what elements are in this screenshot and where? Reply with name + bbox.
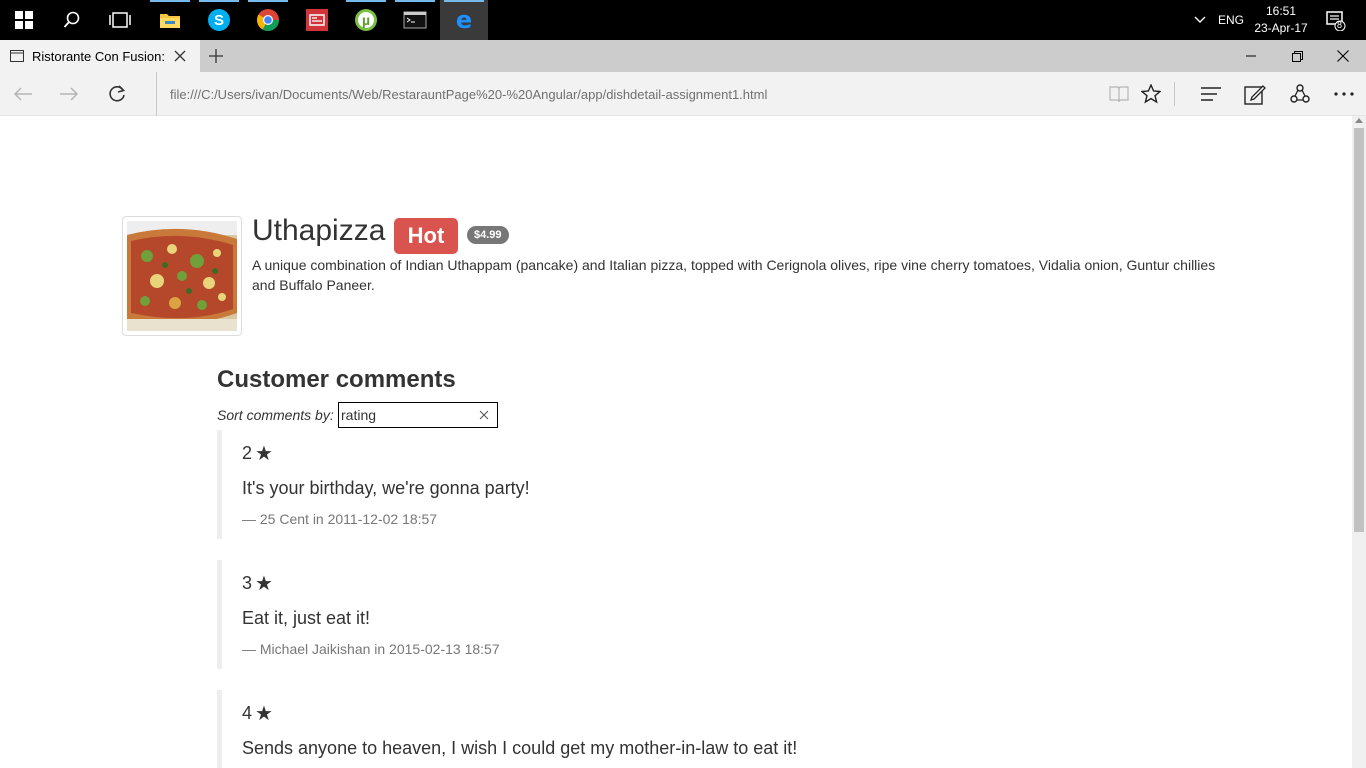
url-field[interactable]: file:///C:/Users/ivan/Documents/Web/Rest… [156,72,767,116]
plus-icon [209,49,223,63]
comment-block: 3 ★ Eat it, just eat it! — Michael Jaikis… [217,560,1317,669]
more-icon [1334,92,1354,96]
rating-value: 2 [242,442,253,463]
pizza-image [127,221,237,331]
browser-address-bar: file:///C:/Users/ivan/Documents/Web/Rest… [0,72,1366,116]
toolbar-divider [1174,82,1175,106]
comment-byline: — Michael Jaikishan in 2015-02-13 18:57 [242,641,500,657]
utorrent-icon: µ [355,9,377,31]
restore-button[interactable] [1274,40,1320,72]
star-icon: ★ [255,442,273,465]
comment-rating: 4 ★ [242,700,1317,726]
sort-label: Sort comments by: [217,407,334,423]
browser-tab[interactable]: Ristorante Con Fusion: I [0,40,200,72]
search-button[interactable] [48,0,96,40]
comment-text: Eat it, just eat it! [242,608,371,628]
web-note-button[interactable] [1232,72,1278,116]
share-button[interactable] [1277,72,1323,116]
arrow-right-icon [60,87,79,101]
comment-byline: — 25 Cent in 2011-12-02 18:57 [242,511,438,527]
close-icon [1337,50,1349,62]
folder-icon [160,14,180,28]
forward-button[interactable] [46,72,92,116]
more-button[interactable] [1321,72,1366,116]
edge-icon: e [456,8,472,32]
sort-input[interactable] [339,404,473,426]
back-button[interactable] [0,72,46,116]
start-button[interactable] [0,0,48,40]
news-button[interactable] [293,0,341,40]
sort-input-box [338,402,498,428]
star-icon: ★ [255,702,273,725]
chrome-icon [257,9,279,31]
svg-text:S: S [214,12,224,29]
clock-time: 16:51 [1265,4,1297,18]
action-center-button[interactable]: 8 [1320,0,1350,40]
comment-block: 2 ★ It's your birthday, we're gonna party… [217,430,1317,539]
close-window-button[interactable] [1320,40,1366,72]
hub-icon [1201,87,1221,101]
page-icon [10,50,24,62]
scroll-up-arrow-icon[interactable] [1355,118,1363,123]
clear-input-icon[interactable] [477,408,491,422]
comment-text: It's your birthday, we're gonna party! [242,478,530,498]
comment-rating: 2 ★ [242,440,1317,466]
comment-rating: 3 ★ [242,570,1317,596]
hub-button[interactable] [1188,72,1234,116]
web-note-icon [1244,85,1266,105]
dish-thumbnail [122,216,242,336]
dish-description: A unique combination of Indian Uthappam … [252,257,1216,293]
arrow-left-icon [13,87,32,101]
terminal-button[interactable] [391,0,439,40]
svg-text:µ: µ [362,12,370,28]
refresh-button[interactable] [94,72,140,116]
comment-text: Sends anyone to heaven, I wish I could g… [242,738,798,758]
skype-button[interactable]: S [195,0,243,40]
hot-label-badge: Hot [394,218,458,254]
dish-name: Uthapizza [252,214,386,247]
tab-title: Ristorante Con Fusion: I [32,48,168,64]
rating-value: 3 [242,572,253,593]
task-view-button[interactable] [96,0,144,40]
new-tab-button[interactable] [200,40,232,72]
news-icon [306,9,328,31]
minimize-button[interactable] [1228,40,1274,72]
notification-count: 8 [1337,20,1343,30]
terminal-icon [403,11,427,29]
notification-icon [1326,11,1346,31]
chevron-up-icon [1194,16,1206,23]
file-explorer-button[interactable] [146,0,194,40]
skype-icon: S [208,9,230,31]
svg-text:e: e [456,8,472,32]
browser-tab-bar: Ristorante Con Fusion: I [0,40,1366,72]
minimize-icon [1246,55,1256,57]
book-icon [1109,86,1129,103]
language-indicator[interactable]: ENG [1218,0,1244,40]
page-scrollbar[interactable] [1352,116,1366,768]
star-icon: ★ [255,572,273,595]
close-tab-icon[interactable] [174,50,186,62]
clock-date: 23-Apr-17 [1254,21,1308,35]
show-hidden-icons-button[interactable] [1190,0,1210,40]
utorrent-button[interactable]: µ [342,0,390,40]
favorite-button[interactable] [1128,72,1174,116]
chrome-button[interactable] [244,0,292,40]
refresh-icon [109,85,126,102]
comments-heading: Customer comments [217,366,456,393]
clock[interactable]: 16:51 23-Apr-17 [1254,0,1308,40]
edge-button[interactable]: e [440,0,488,40]
windows-logo-icon [15,11,33,29]
scrollbar-thumb[interactable] [1354,128,1364,532]
task-view-icon [109,12,131,28]
comment-block: 4 ★ Sends anyone to heaven, I wish I coul… [217,690,1317,768]
taskbar: S µ e ENG 16:51 23-Apr-17 8 [0,0,1366,40]
rating-value: 4 [242,702,253,723]
share-icon [1290,84,1310,103]
search-icon [63,11,80,28]
star-icon [1141,84,1161,104]
restore-icon [1291,50,1303,62]
price-badge: $4.99 [467,226,509,244]
